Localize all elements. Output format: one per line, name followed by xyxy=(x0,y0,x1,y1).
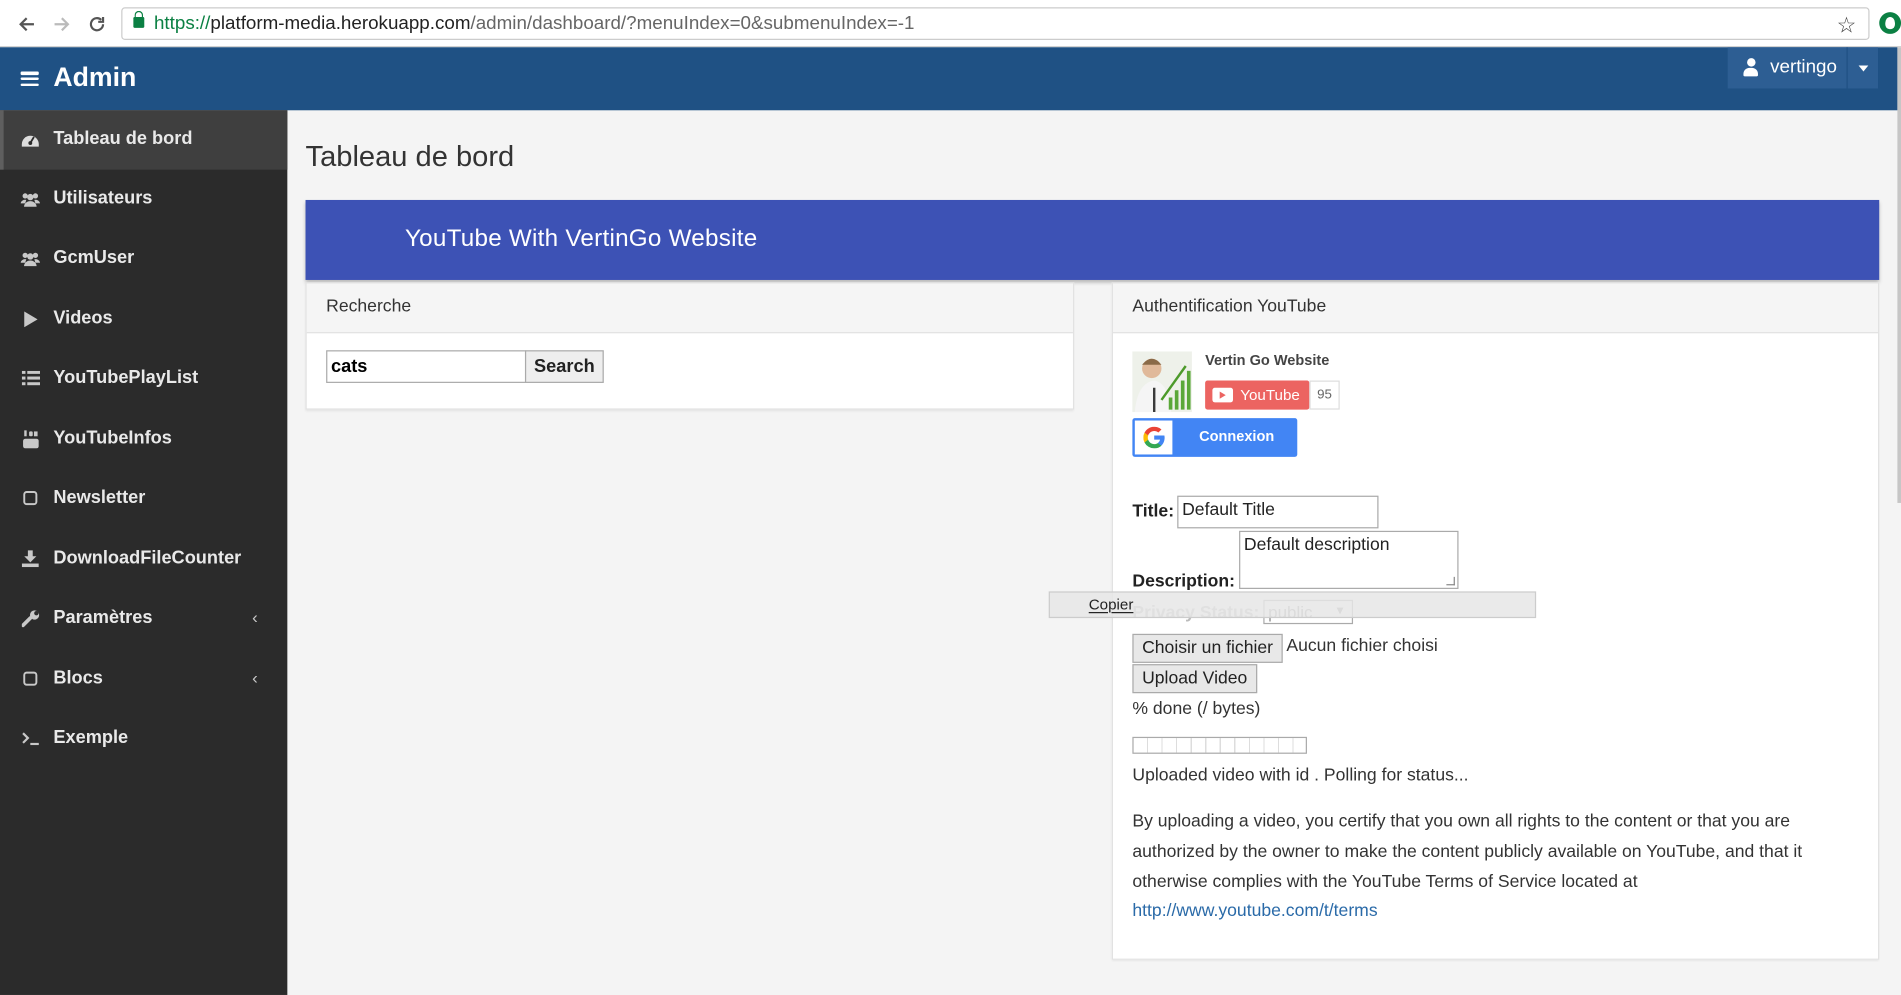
bookmark-star-icon[interactable]: ☆ xyxy=(1837,11,1857,39)
youtube-banner: YouTube With VertinGo Website xyxy=(305,199,1880,280)
terms-paragraph: By uploading a video, you certify that y… xyxy=(1132,807,1823,927)
context-menu: Copier xyxy=(1048,591,1537,619)
sidebar-item-label: Utilisateurs xyxy=(53,187,153,209)
search-panel-title: Recherche xyxy=(306,283,1073,334)
upload-video-button[interactable]: Upload Video xyxy=(1132,664,1258,694)
youtube-play-icon xyxy=(1212,387,1234,403)
description-label: Description: xyxy=(1132,572,1235,592)
sidebar-item-tableau-de-bord[interactable]: Tableau de bord xyxy=(0,110,288,170)
users-icon xyxy=(20,189,41,208)
sidebar-item-youtubeinfos[interactable]: YouTubeInfos xyxy=(0,410,287,469)
lock-icon xyxy=(133,10,145,28)
sidebar-item-label: Newsletter xyxy=(53,487,146,508)
url-protocol: https:// xyxy=(153,13,211,34)
top-navbar: Admin vertingo xyxy=(0,47,1898,111)
terms-text: By uploading a video, you certify that y… xyxy=(1132,811,1803,892)
upload-progress-text: % done (/ bytes) xyxy=(1132,699,1261,719)
browser-toolbar: https://platform-media.herokuapp.com/adm… xyxy=(0,0,1901,48)
sidebar-item-downloadfilecounter[interactable]: DownloadFileCounter xyxy=(0,530,287,589)
dashboard-icon xyxy=(21,130,40,149)
sidebar-item-gcmuser[interactable]: GcmUser xyxy=(0,229,287,288)
chevron-left-icon[interactable]: ‹ xyxy=(252,607,258,626)
sidebar-item-label: DownloadFileCounter xyxy=(53,547,242,569)
chevron-left-icon[interactable]: ‹ xyxy=(252,668,258,687)
user-icon xyxy=(1743,58,1758,77)
square-icon xyxy=(21,488,40,507)
square-icon xyxy=(21,669,40,688)
download-icon xyxy=(21,549,40,568)
sidebar-item-label: Paramètres xyxy=(53,607,153,628)
divider xyxy=(1846,47,1848,89)
upload-status-text: Uploaded video with id . Polling for sta… xyxy=(1132,765,1469,786)
sidebar-item-label: GcmUser xyxy=(53,247,135,268)
sidebar-item-parametres[interactable]: Paramètres ‹ xyxy=(0,589,287,648)
search-input[interactable]: cats xyxy=(326,350,527,383)
sidebar-item-label: YouTubePlayList xyxy=(53,367,199,388)
subscriber-count: 95 xyxy=(1309,380,1340,410)
forward-arrow-icon[interactable] xyxy=(50,12,74,36)
description-textarea[interactable]: Default description xyxy=(1239,530,1459,589)
youtube-label: YouTube xyxy=(1240,386,1300,404)
brand-title[interactable]: Admin xyxy=(53,62,136,94)
sidebar-item-label: Exemple xyxy=(53,727,129,748)
terminal-icon xyxy=(21,728,40,747)
sidebar-item-label: Blocs xyxy=(53,667,103,689)
title-input[interactable]: Default Title xyxy=(1177,495,1379,529)
username: vertingo xyxy=(1770,56,1837,78)
extension-icon[interactable] xyxy=(1879,12,1901,34)
no-file-chosen-text: Aucun fichier choisi xyxy=(1286,636,1438,656)
page-title: Tableau de bord xyxy=(305,140,515,174)
channel-avatar[interactable] xyxy=(1132,351,1192,413)
sidebar-item-blocs[interactable]: Blocs ‹ xyxy=(0,650,287,709)
url-path: /admin/dashboard/?menuIndex=0&submenuInd… xyxy=(470,13,915,34)
caret-down-icon[interactable] xyxy=(1858,65,1869,72)
sidebar-item-utilisateurs[interactable]: Utilisateurs xyxy=(0,170,287,229)
sidebar-item-videos[interactable]: Videos xyxy=(0,290,287,349)
description-value: Default description xyxy=(1243,535,1390,556)
user-menu-button[interactable]: vertingo xyxy=(1727,47,1879,89)
google-button-label: Connexion xyxy=(1199,427,1275,445)
reload-icon[interactable] xyxy=(85,12,109,36)
resize-handle-icon[interactable] xyxy=(1446,576,1455,586)
title-label: Title: xyxy=(1132,501,1175,522)
sidebar-item-label: Videos xyxy=(53,307,113,329)
search-button[interactable]: Search xyxy=(524,350,604,383)
youtube-icon xyxy=(21,429,40,448)
address-bar[interactable]: https://platform-media.herokuapp.com/adm… xyxy=(121,7,1870,40)
sidebar-item-label: Tableau de bord xyxy=(53,128,193,150)
upload-progress-bar xyxy=(1132,736,1307,754)
google-logo-icon xyxy=(1134,420,1173,455)
context-menu-item-copy[interactable]: Copier xyxy=(1089,596,1134,613)
play-icon xyxy=(21,309,40,328)
search-panel: Recherche cats Search xyxy=(305,282,1075,410)
auth-panel-title: Authentification YouTube xyxy=(1112,283,1879,334)
youtube-subscribe-button[interactable]: YouTube xyxy=(1205,380,1310,410)
channel-name[interactable]: Vertin Go Website xyxy=(1205,351,1329,368)
wrench-icon xyxy=(21,608,40,627)
banner-title: YouTube With VertinGo Website xyxy=(404,225,758,253)
terms-link[interactable]: http://www.youtube.com/t/terms xyxy=(1132,902,1377,921)
url-host: platform-media.herokuapp.com xyxy=(210,13,471,34)
sidebar-item-label: YouTubeInfos xyxy=(53,427,172,449)
sidebar-item-youtubeplaylist[interactable]: YouTubePlayList xyxy=(0,349,287,408)
back-arrow-icon[interactable] xyxy=(15,12,39,36)
choose-file-button[interactable]: Choisir un fichier xyxy=(1132,633,1283,663)
sidebar: Tableau de bord Utilisateurs GcmUser Vid… xyxy=(0,110,288,995)
menu-toggle-icon[interactable] xyxy=(20,71,39,87)
youtube-auth-panel: Authentification YouTube Vertin Go Websi… xyxy=(1111,282,1880,960)
sidebar-item-newsletter[interactable]: Newsletter xyxy=(0,469,287,528)
users-icon xyxy=(20,248,41,267)
google-signin-button[interactable]: Connexion xyxy=(1132,418,1298,457)
list-icon xyxy=(21,368,40,387)
scrollbar[interactable] xyxy=(1897,47,1901,503)
sidebar-item-exemple[interactable]: Exemple xyxy=(0,709,287,768)
